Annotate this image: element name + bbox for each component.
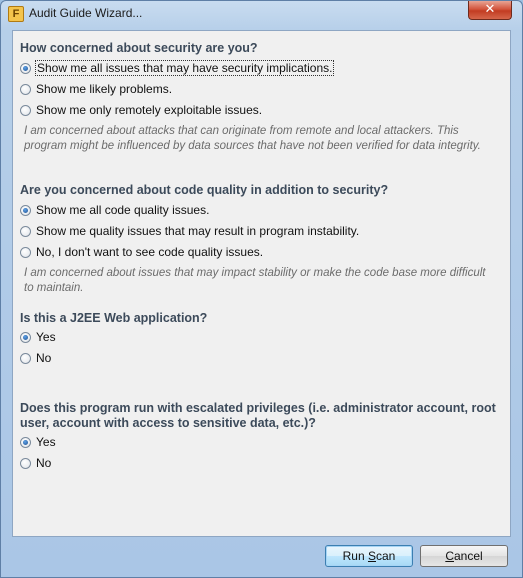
mnemonic-letter: C — [445, 549, 454, 563]
option-privileges-no[interactable]: No — [20, 455, 52, 471]
wizard-window: F Audit Guide Wizard... ✕ How concerned … — [0, 0, 523, 578]
close-button[interactable]: ✕ — [468, 1, 512, 20]
radio-button[interactable] — [20, 331, 31, 343]
option-all-security-issues[interactable]: Show me all issues that may have securit… — [20, 60, 335, 76]
security-note: I am concerned about attacks that can or… — [24, 125, 481, 152]
option-label: Show me all code quality issues. — [36, 203, 210, 217]
option-j2ee-yes[interactable]: Yes — [20, 329, 57, 345]
run-scan-button[interactable]: Run Scan — [325, 545, 413, 567]
radio-button[interactable] — [20, 83, 31, 95]
radio-button[interactable] — [20, 246, 31, 258]
radio-button[interactable] — [20, 436, 31, 448]
radio-button[interactable] — [20, 457, 31, 469]
mnemonic-letter: S — [367, 549, 376, 563]
option-label: Show me all issues that may have securit… — [35, 60, 335, 76]
question-j2ee: Is this a J2EE Web application? — [20, 311, 208, 325]
option-label: No — [36, 351, 52, 365]
option-instability-issues[interactable]: Show me quality issues that may result i… — [20, 223, 360, 239]
button-label-part: ancel — [453, 549, 483, 563]
option-likely-problems[interactable]: Show me likely problems. — [20, 81, 173, 97]
question-escalated-privileges: Does this program run with escalated pri… — [20, 401, 496, 430]
button-label-part: can — [376, 549, 396, 563]
radio-button[interactable] — [20, 204, 31, 216]
radio-button[interactable] — [20, 62, 31, 74]
option-label: Show me only remotely exploitable issues… — [36, 103, 263, 117]
code-quality-note: I am concerned about issues that may imp… — [24, 267, 486, 294]
close-icon: ✕ — [484, 2, 496, 17]
window-title: Audit Guide Wizard... — [29, 6, 143, 20]
wizard-content: How concerned about security are you? Sh… — [12, 30, 511, 537]
question-security-concern: How concerned about security are you? — [20, 41, 258, 55]
option-no-code-quality[interactable]: No, I don't want to see code quality iss… — [20, 244, 264, 260]
option-privileges-yes[interactable]: Yes — [20, 434, 57, 450]
option-label: Yes — [36, 435, 56, 449]
option-label: Show me quality issues that may result i… — [36, 224, 360, 238]
title-bar[interactable]: F Audit Guide Wizard... ✕ — [1, 1, 522, 29]
app-logo-icon: F — [8, 6, 24, 22]
option-label: Show me likely problems. — [36, 82, 173, 96]
question-code-quality: Are you concerned about code quality in … — [20, 183, 389, 197]
button-label-part: Run — [342, 549, 368, 563]
option-remotely-exploitable[interactable]: Show me only remotely exploitable issues… — [20, 102, 263, 118]
option-label: No — [36, 456, 52, 470]
radio-button[interactable] — [20, 104, 31, 116]
option-all-code-quality[interactable]: Show me all code quality issues. — [20, 202, 210, 218]
cancel-button[interactable]: Cancel — [420, 545, 508, 567]
option-label: Yes — [36, 330, 56, 344]
radio-button[interactable] — [20, 352, 31, 364]
option-j2ee-no[interactable]: No — [20, 350, 52, 366]
radio-button[interactable] — [20, 225, 31, 237]
option-label: No, I don't want to see code quality iss… — [36, 245, 264, 259]
